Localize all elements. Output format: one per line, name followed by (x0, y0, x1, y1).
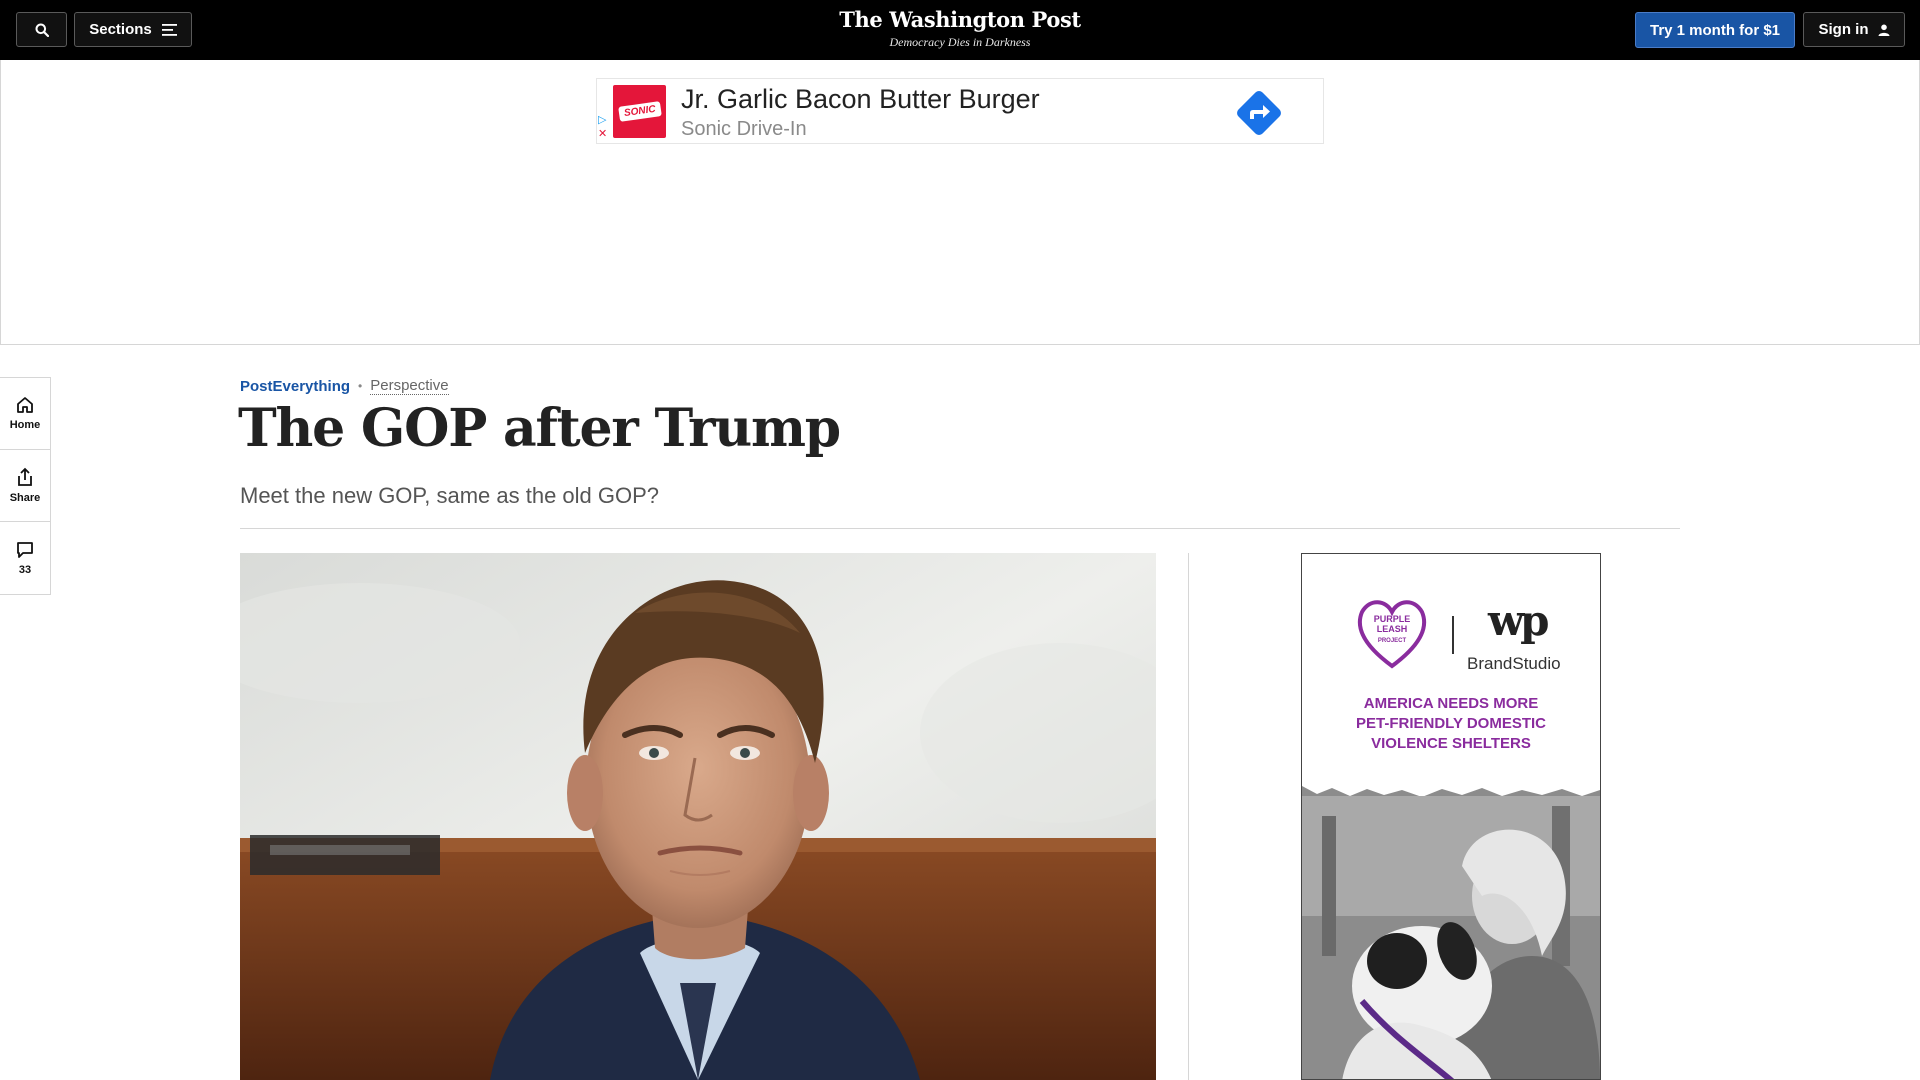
side-ad-sponsor-line2: LEASH (1376, 624, 1408, 634)
rail-comments-button[interactable]: 33 (0, 522, 50, 594)
rail-share-button[interactable]: Share (0, 450, 50, 522)
header-divider (240, 528, 1680, 529)
ad-title: Jr. Garlic Bacon Butter Burger (681, 84, 1040, 114)
left-share-rail: Home Share 33 (0, 377, 51, 595)
side-ad-pitch-line3: VIOLENCE SHELTERS (1371, 735, 1531, 752)
side-ad-pitch-line2: PET-FRIENDLY DOMESTIC (1355, 715, 1547, 732)
top-nav-bar: Sections The Washington Post Democracy D… (0, 0, 1920, 60)
article-kicker: PostEverything • Perspective (240, 377, 449, 395)
ad-brand-logo-text: SONIC (617, 101, 662, 122)
site-logo[interactable]: The Washington Post (0, 7, 1920, 32)
section-link[interactable]: PostEverything (240, 378, 350, 395)
lead-photo[interactable] (240, 553, 1156, 1080)
lead-photo-image (240, 553, 1156, 1080)
subscribe-button[interactable]: Try 1 month for $1 (1635, 12, 1795, 48)
perspective-label[interactable]: Perspective (370, 377, 449, 395)
home-icon (17, 397, 33, 413)
rail-home-button[interactable]: Home (0, 378, 50, 450)
user-icon (1878, 24, 1889, 36)
side-ad[interactable]: PURPLE LEASH PROJECT wp BrandStudio AMER… (1301, 553, 1601, 1080)
top-ad-banner[interactable]: ▷ ✕ SONIC Jr. Garlic Bacon Butter Burger … (596, 78, 1324, 144)
adchoices-icon[interactable]: ▷ ✕ (598, 113, 607, 141)
share-icon (18, 467, 32, 486)
masthead: The Washington Post Democracy Dies in Da… (0, 7, 1920, 50)
kicker-separator: • (358, 379, 363, 393)
side-ad-pitch: AMERICA NEEDS MORE PET-FRIENDLY DOMESTIC… (1302, 694, 1600, 754)
side-ad-divider (1452, 616, 1454, 654)
rail-comments-count: 33 (18, 563, 32, 576)
side-ad-photo (1302, 786, 1600, 1079)
comment-icon (17, 541, 33, 558)
directions-icon[interactable] (1235, 89, 1283, 137)
rail-home-label: Home (9, 419, 41, 431)
article-subheadline: Meet the new GOP, same as the old GOP? (240, 483, 660, 508)
article-headline: The GOP after Trump (238, 398, 841, 459)
ad-advertiser: Sonic Drive-In (681, 118, 807, 140)
rail-share-label: Share (9, 492, 41, 504)
sign-in-button[interactable]: Sign in (1803, 12, 1905, 47)
side-ad-partner: BrandStudio (1467, 654, 1561, 673)
column-divider (1188, 553, 1189, 1080)
sign-in-label: Sign in (1818, 21, 1869, 38)
side-ad-pitch-line1: AMERICA NEEDS MORE (1363, 695, 1539, 712)
side-ad-sponsor-line1: PURPLE (1373, 614, 1411, 624)
ad-brand-logo: SONIC (613, 85, 666, 138)
side-ad-sponsor-line3: PROJECT (1377, 638, 1407, 644)
site-tagline: Democracy Dies in Darkness (889, 35, 1031, 49)
wp-logo: wp (1488, 596, 1549, 645)
